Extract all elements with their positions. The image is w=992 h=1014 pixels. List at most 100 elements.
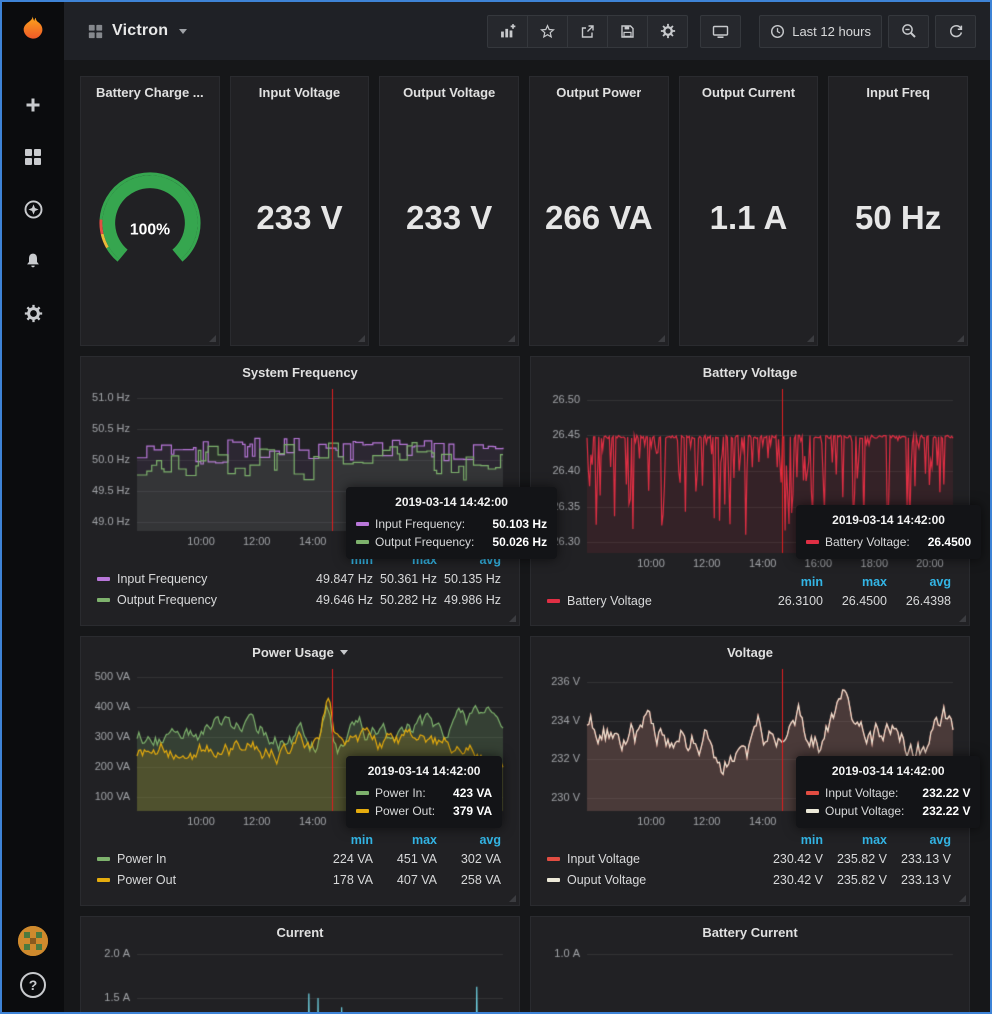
legend-series-toggle[interactable]: Battery Voltage <box>547 594 759 608</box>
legend-series-toggle[interactable]: Output Frequency <box>97 593 309 607</box>
panel-title-text: Battery Current <box>702 925 797 940</box>
legend-series-toggle[interactable]: Power In <box>97 852 309 866</box>
stat-value: 1.1 A <box>710 101 788 345</box>
gear-icon <box>24 304 43 323</box>
legend-header: min max avg <box>539 573 961 590</box>
magnifier-icon <box>901 23 917 39</box>
series-swatch <box>356 809 369 813</box>
grafana-logo-icon[interactable] <box>13 10 53 50</box>
legend-series-toggle[interactable]: Input Frequency <box>97 572 309 586</box>
time-range-label: Last 12 hours <box>792 24 871 39</box>
chart-tooltip: 2019-03-14 14:42:00 Input Frequency:50.1… <box>346 487 557 559</box>
stat-value: 233 V <box>406 101 492 345</box>
legend-series-toggle[interactable]: Ouput Voltage <box>547 873 759 887</box>
star-icon <box>540 24 555 39</box>
panel-title[interactable]: Power Usage <box>89 637 511 661</box>
panel-title-text: Input Freq <box>866 85 930 100</box>
panel-title[interactable]: Current <box>89 917 511 941</box>
tv-icon <box>712 24 729 39</box>
series-swatch <box>806 540 819 544</box>
series-swatch <box>356 540 369 544</box>
sidebar-item-configuration[interactable] <box>16 300 50 326</box>
tv-mode-button[interactable] <box>700 15 741 48</box>
dashboard-title[interactable]: Victron <box>112 22 168 40</box>
clock-icon <box>770 24 785 39</box>
series-swatch <box>547 878 560 882</box>
sidebar-menu <box>16 92 50 326</box>
panel-title[interactable]: Voltage <box>539 637 961 661</box>
sidebar-bottom: ? <box>18 926 48 998</box>
refresh-button[interactable] <box>935 15 976 48</box>
compass-icon <box>24 200 43 219</box>
dashboard-settings-button[interactable] <box>647 15 688 48</box>
panel-title-text: Output Current <box>702 85 795 100</box>
current-chart[interactable] <box>89 943 511 1012</box>
star-button[interactable] <box>527 15 568 48</box>
panel-power-usage: Power Usage min max avg Power In 224 VA <box>80 636 520 906</box>
legend-row: Battery Voltage 26.3100 26.4500 26.4398 <box>539 590 961 611</box>
stat-value: 266 VA <box>545 101 653 345</box>
gauge-value: 100% <box>130 222 170 239</box>
main-area: Victron <box>64 2 990 1012</box>
user-avatar[interactable] <box>18 926 48 956</box>
panel-title-text: Voltage <box>727 645 773 660</box>
panel-title[interactable]: Output Current <box>702 77 795 101</box>
time-picker-button[interactable]: Last 12 hours <box>759 15 882 48</box>
panel-title[interactable]: Output Power <box>556 77 641 101</box>
dashboard-title-group[interactable]: Victron <box>88 22 187 40</box>
series-swatch <box>356 522 369 526</box>
panel-input-freq-stat: Input Freq 50 Hz <box>828 76 968 346</box>
gear-icon <box>660 23 676 39</box>
sidebar-item-explore[interactable] <box>16 196 50 222</box>
zoom-out-button[interactable] <box>888 15 929 48</box>
panel-title[interactable]: Input Freq <box>866 77 930 101</box>
panel-title-text: Output Voltage <box>403 85 495 100</box>
navbar-actions: Last 12 hours <box>487 15 976 48</box>
panel-battery-current: Battery Current <box>530 916 970 1012</box>
legend-header: min max avg <box>89 831 511 848</box>
panel-title[interactable]: Battery Charge ... <box>96 77 204 101</box>
panel-battery-charge: Battery Charge ... 100% <box>80 76 220 346</box>
sidebar-item-create[interactable] <box>16 92 50 118</box>
dashboard-action-group <box>487 15 688 48</box>
legend-row: Power Out 178 VA 407 VA 258 VA <box>89 869 511 890</box>
panel-voltage: Voltage min max avg Input Voltage 230.42… <box>530 636 970 906</box>
help-button[interactable]: ? <box>20 972 46 998</box>
legend-series-toggle[interactable]: Input Voltage <box>547 852 759 866</box>
series-swatch <box>547 857 560 861</box>
grafana-window: ? Victron <box>0 0 992 1014</box>
panel-input-voltage-stat: Input Voltage 233 V <box>230 76 370 346</box>
save-icon <box>620 24 635 39</box>
legend-row: Power In 224 VA 451 VA 302 VA <box>89 848 511 869</box>
sidebar-item-alerting[interactable] <box>16 248 50 274</box>
help-label: ? <box>29 977 38 993</box>
legend-series-toggle[interactable]: Power Out <box>97 873 309 887</box>
battery-current-chart[interactable] <box>539 943 961 1012</box>
save-button[interactable] <box>607 15 648 48</box>
series-swatch <box>97 857 110 861</box>
panel-title[interactable]: Input Voltage <box>259 77 340 101</box>
bell-icon <box>24 252 42 270</box>
add-panel-icon <box>500 23 516 39</box>
chart-legend: min max avg Power In 224 VA 451 VA 302 V… <box>89 831 511 890</box>
panel-title-text: Power Usage <box>252 645 334 660</box>
add-panel-button[interactable] <box>487 15 528 48</box>
avatar-icon <box>18 926 48 956</box>
panel-battery-voltage: Battery Voltage min max avg Battery Volt… <box>530 356 970 626</box>
panel-title[interactable]: Battery Current <box>539 917 961 941</box>
panel-title[interactable]: System Frequency <box>89 357 511 381</box>
chart-tooltip: 2019-03-14 14:42:00 Input Voltage:232.22… <box>796 756 980 828</box>
panel-title[interactable]: Battery Voltage <box>539 357 961 381</box>
tooltip-time: 2019-03-14 14:42:00 <box>806 513 971 527</box>
panel-title-text: Input Voltage <box>259 85 340 100</box>
share-button[interactable] <box>567 15 608 48</box>
panel-menu-caret-icon <box>340 650 348 655</box>
series-swatch <box>97 577 110 581</box>
sidebar-item-dashboards[interactable] <box>16 144 50 170</box>
panel-system-frequency: System Frequency min max avg Input Frequ… <box>80 356 520 626</box>
legend-row: Input Frequency 49.847 Hz 50.361 Hz 50.1… <box>89 568 511 589</box>
chart-tooltip: 2019-03-14 14:42:00 Battery Voltage:26.4… <box>796 505 981 559</box>
grid-icon <box>24 148 42 166</box>
panel-title[interactable]: Output Voltage <box>403 77 495 101</box>
flame-icon <box>15 12 51 48</box>
